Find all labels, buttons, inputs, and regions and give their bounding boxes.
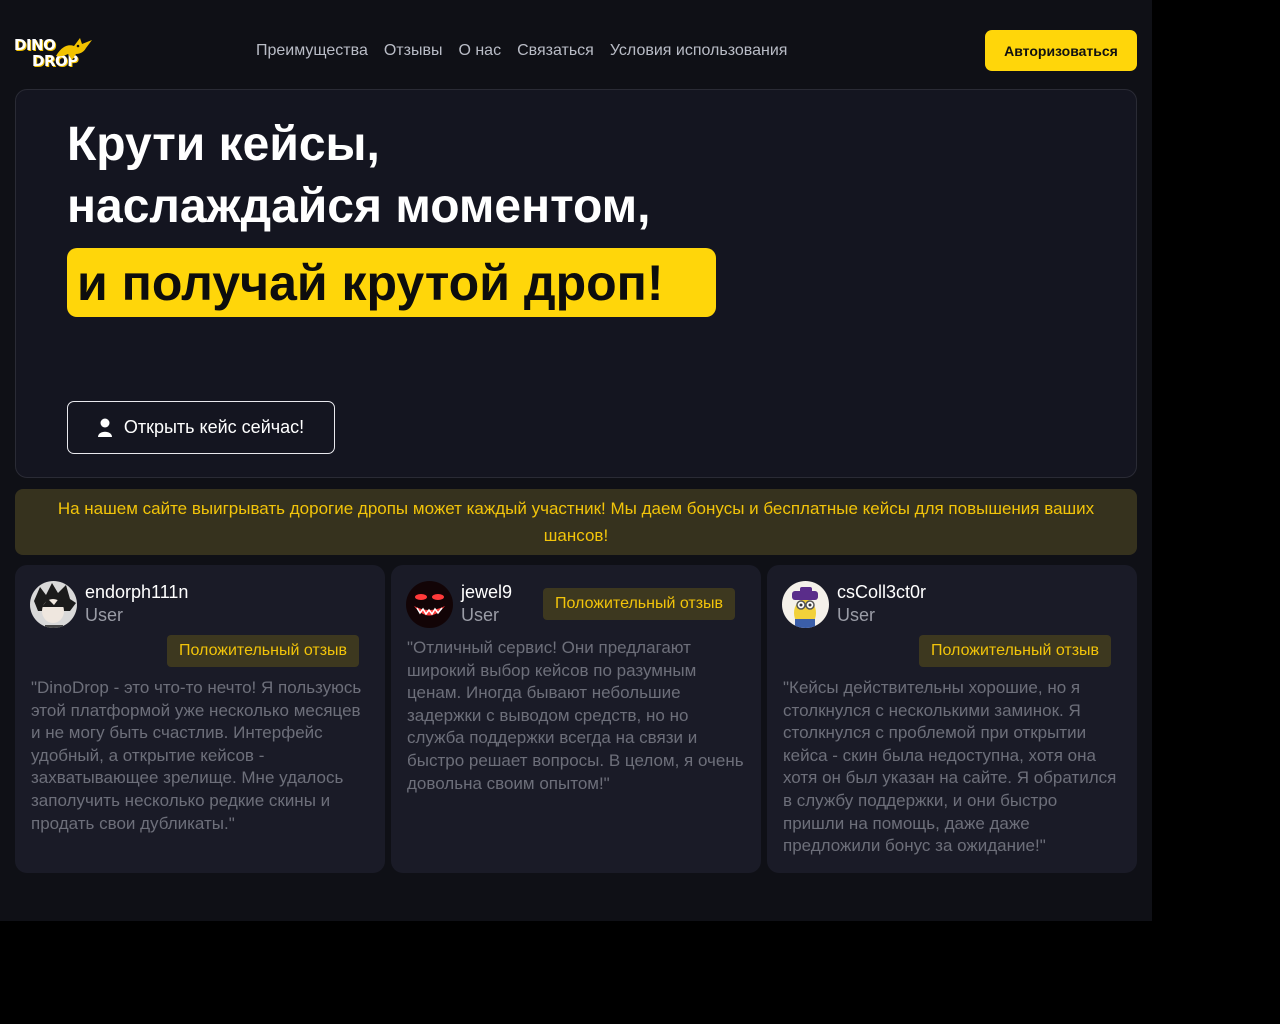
header: DINO DROP Преимущества Отзывы О нас Связ… <box>0 0 1152 90</box>
promo-banner-text: На нашем сайте выигрывать дорогие дропы … <box>57 499 1095 545</box>
review-text: "Кейсы действительны хорошие, но я столк… <box>783 678 1117 856</box>
review-card: endorph111n User Положительный отзыв "Di… <box>15 565 385 873</box>
main-nav: Преимущества Отзывы О нас Связаться Усло… <box>256 40 787 62</box>
review-user-role: User <box>85 605 124 625</box>
logo-dragon-icon <box>56 38 92 60</box>
review-card: jewel9 User Положительный отзыв "Отличны… <box>391 565 761 873</box>
review-user-role: User <box>837 605 876 625</box>
review-username: csColl3ct0r <box>837 582 927 602</box>
review-username: endorph111n <box>85 582 189 602</box>
review-card: csColl3ct0r User Положительный отзыв "Ке… <box>767 565 1137 873</box>
nav-link-advantages[interactable]: Преимущества <box>256 40 368 62</box>
review-username: jewel9 <box>461 582 513 602</box>
open-case-label: Открыть кейс сейчас! <box>123 417 305 437</box>
page: DINO DROP Преимущества Отзывы О нас Связ… <box>0 0 1152 921</box>
open-case-button[interactable]: Открыть кейс сейчас! <box>67 401 335 454</box>
nav-link-about[interactable]: О нас <box>458 40 501 62</box>
review-user-role: User <box>461 605 500 625</box>
hero-title-line-1: Крути кейсы, <box>67 118 380 171</box>
hero-title-line-2: наслаждайся моментом, <box>67 180 651 233</box>
avatar <box>30 581 77 628</box>
avatar <box>406 581 453 628</box>
positive-review-badge: Положительный отзыв <box>543 588 736 620</box>
nav-link-terms[interactable]: Условия использования <box>610 40 788 62</box>
nav-link-contact[interactable]: Связаться <box>517 40 594 62</box>
nav-link-reviews[interactable]: Отзывы <box>384 40 443 62</box>
avatar <box>782 581 829 628</box>
positive-review-badge: Положительный отзыв <box>919 635 1112 667</box>
logo-text-dino: DINO <box>14 36 56 54</box>
hero-title-highlight: и получай крутой дроп! <box>67 248 716 317</box>
positive-review-badge: Положительный отзыв <box>167 635 360 667</box>
promo-banner: На нашем сайте выигрывать дорогие дропы … <box>15 489 1137 555</box>
user-icon <box>97 418 112 437</box>
logo[interactable]: DINO DROP <box>14 34 94 72</box>
review-text: "Отличный сервис! Они предлагают широкий… <box>407 638 744 793</box>
hero-section: Крути кейсы, наслаждайся моментом, и пол… <box>15 89 1137 478</box>
review-text: "DinoDrop - это что-то нечто! Я пользуюс… <box>31 678 362 833</box>
login-button[interactable]: Авторизоваться <box>985 30 1137 71</box>
